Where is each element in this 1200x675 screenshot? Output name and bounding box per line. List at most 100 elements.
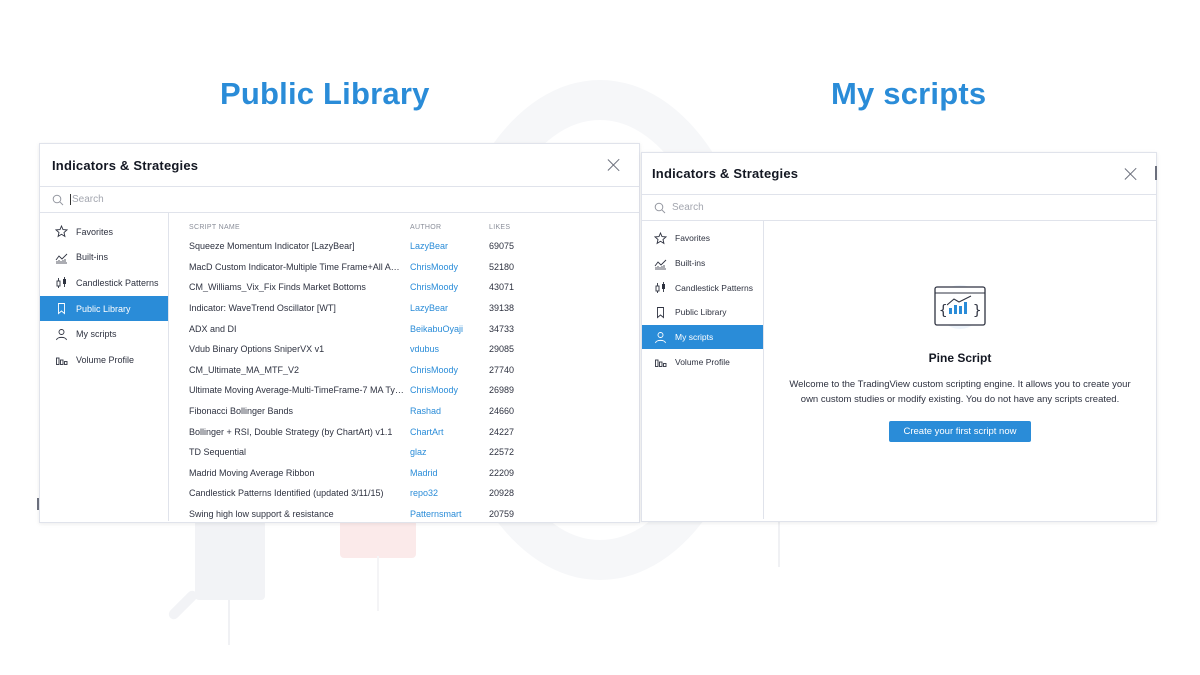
author-link[interactable]: ChartArt [410,427,489,437]
sidebar-item-label: Built-ins [76,252,109,263]
author-link[interactable]: LazyBear [410,241,489,251]
background-decoration [340,520,416,558]
table-row[interactable]: Squeeze Momentum Indicator [LazyBear] Laz… [189,236,639,257]
script-name: Madrid Moving Average Ribbon [189,467,315,478]
close-icon[interactable] [607,158,621,172]
sidebar-item-built-ins[interactable]: Built-ins [642,251,763,276]
sidebar-item-candlestick-patterns[interactable]: Candlestick Patterns [40,270,168,296]
volume-bars-icon [55,353,68,366]
search-bar [40,187,639,213]
category-sidebar: Favorites Built-ins Candlestick Patterns… [40,213,169,521]
script-name: ADX and DI [189,323,237,334]
sidebar-item-label: Favorites [675,233,710,244]
author-link[interactable]: glaz [410,447,489,457]
sidebar-item-label: Candlestick Patterns [76,277,159,288]
likes-count: 26989 [489,385,515,396]
star-icon [654,231,667,245]
script-name: Vdub Binary Options SniperVX v1 [189,344,325,355]
sidebar-item-my-scripts[interactable]: My scripts [642,324,763,350]
author-link[interactable]: Rashad [410,406,489,416]
table-row[interactable]: CM_Williams_Vix_Fix Finds Market Bottoms… [189,277,639,298]
author-link[interactable]: vdubus [410,344,489,354]
search-input[interactable] [70,194,270,205]
sidebar-item-label: Public Library [675,307,727,318]
background-decoration [377,556,379,611]
volume-bars-icon [654,355,667,368]
user-icon [55,328,68,341]
script-name: Fibonacci Bollinger Bands [189,406,294,417]
table-row[interactable]: Fibonacci Bollinger Bands Rashad 24660 [189,401,639,422]
column-header-script-name: SCRIPT NAME [189,224,241,231]
author-link[interactable]: Madrid [410,468,489,478]
candlestick-icon [55,276,68,289]
table-row[interactable]: TD Sequential glaz 22572 [189,442,639,463]
sidebar-item-volume-profile[interactable]: Volume Profile [642,349,763,374]
author-link[interactable]: BeikabuOyaji [410,324,489,334]
likes-count: 69075 [489,241,515,252]
sidebar-item-favorites[interactable]: Favorites [40,219,168,245]
table-row[interactable]: ADX and DI BeikabuOyaji 34733 [189,318,639,339]
background-decoration [228,600,230,645]
sidebar-item-public-library[interactable]: Public Library [40,295,168,322]
table-row[interactable]: Indicator: WaveTrend Oscillator [WT] Lazy… [189,298,639,319]
likes-count: 39138 [489,303,515,314]
likes-count: 24227 [489,426,515,437]
table-row[interactable]: CM_Ultimate_MA_MTF_V2 ChrisMoody 27740 [189,360,639,381]
user-icon [654,331,667,344]
indicators-dialog-public-library: Indicators & Strategies Favorites Built-… [39,143,640,523]
sidebar-item-favorites[interactable]: Favorites [642,226,763,251]
table-header: SCRIPT NAME AUTHOR LIKES [189,224,639,231]
table-row[interactable]: Madrid Moving Average Ribbon Madrid 22209 [189,463,639,484]
author-link[interactable]: repo32 [410,488,489,498]
sidebar-item-public-library[interactable]: Public Library [642,300,763,325]
likes-count: 22572 [489,447,515,458]
search-input[interactable] [672,202,872,213]
author-link[interactable]: ChrisMoody [410,385,489,395]
sidebar-item-label: Public Library [76,303,131,314]
close-icon[interactable] [1124,167,1138,181]
sidebar-item-candlestick-patterns[interactable]: Candlestick Patterns [642,275,763,300]
sidebar-item-label: My scripts [675,332,714,343]
star-icon [55,225,68,238]
author-link[interactable]: ChrisMoody [410,365,489,375]
column-header-likes: LIKES [489,224,511,231]
script-name: Swing high low support & resistance [189,509,334,520]
dialog-header: Indicators & Strategies [40,144,639,187]
author-link[interactable]: ChrisMoody [410,282,489,292]
chart-line-icon [55,251,68,264]
script-table: SCRIPT NAME AUTHOR LIKES Squeeze Momentu… [169,213,639,521]
author-link[interactable]: Patternsmart [410,509,489,519]
background-decoration [778,522,780,567]
script-name: Candlestick Patterns Identified (updated… [189,488,384,499]
bookmark-icon [654,306,667,319]
author-link[interactable]: LazyBear [410,303,489,313]
sidebar-item-label: Favorites [76,226,114,237]
likes-count: 29085 [489,344,515,355]
chart-line-icon [654,257,667,270]
svg-text:}: } [973,303,981,319]
candlestick-icon [654,281,667,294]
sidebar-item-built-ins[interactable]: Built-ins [40,245,168,271]
table-row[interactable]: Bollinger + RSI, Double Strategy (by Cha… [189,421,639,442]
create-first-script-button[interactable]: Create your first script now [888,421,1032,442]
sidebar-item-my-scripts[interactable]: My scripts [40,321,168,347]
dialog-title: Indicators & Strategies [52,157,199,173]
search-icon [654,202,666,213]
author-link[interactable]: ChrisMoody [410,262,489,272]
dialog-title: Indicators & Strategies [652,166,799,181]
table-row[interactable]: Swing high low support & resistance Patte… [189,504,639,522]
search-icon [52,194,64,205]
table-row[interactable]: MacD Custom Indicator-Multiple Time Fram… [189,257,639,278]
dialog-header: Indicators & Strategies [642,153,1156,195]
likes-count: 20928 [489,488,515,499]
background-decoration [166,588,200,622]
sidebar-item-label: Built-ins [675,258,706,269]
bookmark-icon [55,302,68,315]
scrollbar-edge [1155,166,1157,180]
table-row[interactable]: Ultimate Moving Average-Multi-TimeFrame-… [189,380,639,401]
likes-count: 34733 [489,323,515,334]
table-row[interactable]: Candlestick Patterns Identified (updated… [189,483,639,504]
sidebar-item-volume-profile[interactable]: Volume Profile [40,347,168,373]
script-name: Squeeze Momentum Indicator [LazyBear] [189,241,355,252]
table-row[interactable]: Vdub Binary Options SniperVX v1 vdubus 290… [189,339,639,360]
